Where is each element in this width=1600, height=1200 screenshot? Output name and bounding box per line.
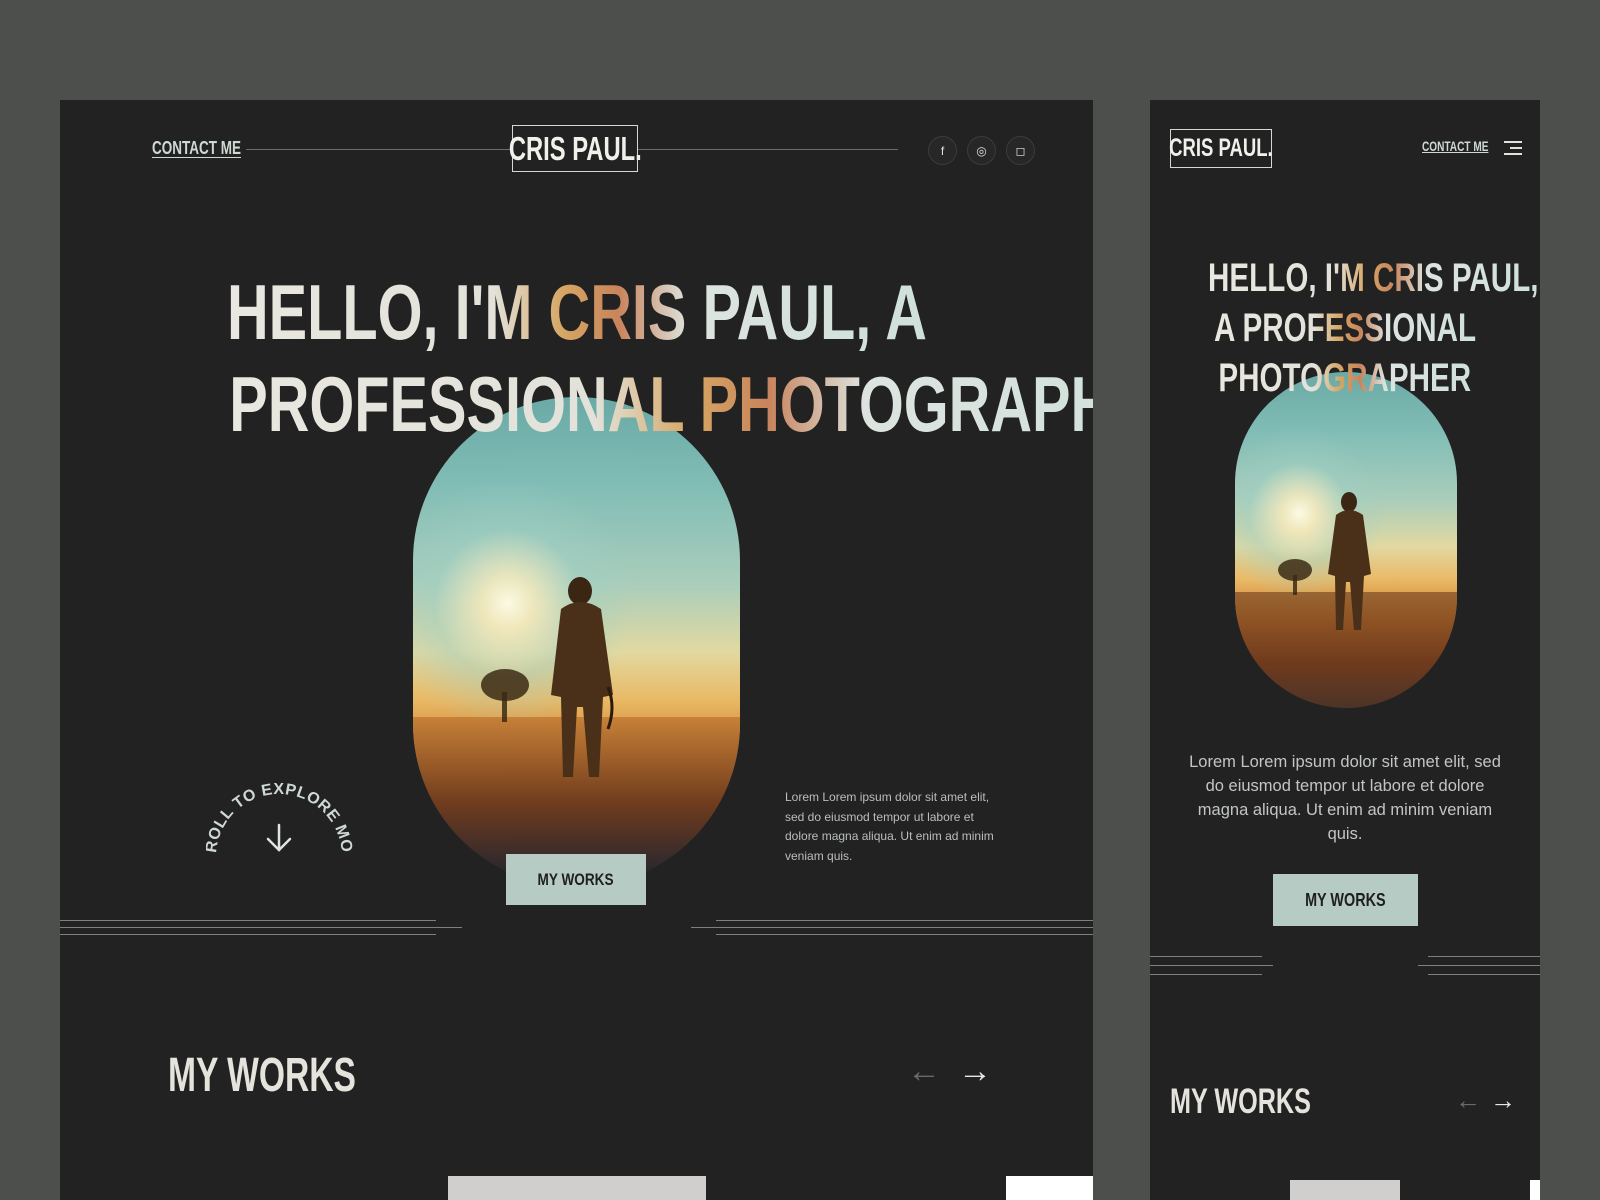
hero-description: Lorem Lorem ipsum dolor sit amet elit, s… bbox=[785, 790, 994, 863]
photographer-silhouette bbox=[413, 577, 740, 887]
arrow-left-icon[interactable]: ← bbox=[1455, 1085, 1481, 1116]
logo-text: CRIS PAUL. bbox=[1169, 134, 1273, 162]
instagram-glyph: ◻ bbox=[1015, 143, 1026, 158]
my-works-title: MY WORKS bbox=[1170, 1082, 1311, 1121]
arrow-down-icon bbox=[266, 823, 292, 852]
headline-line-1: HELLO, I'M CRIS PAUL, bbox=[1208, 253, 1538, 303]
scroll-explore-text: SCROLL TO EXPLORE MORE bbox=[206, 782, 355, 854]
hero-headline: HELLO, I'M CRIS PAUL, A PROFESSIONAL PHO… bbox=[60, 266, 1093, 450]
instagram-icon[interactable]: ◻ bbox=[1006, 136, 1035, 165]
headline-line-2: PROFESSIONAL PHOTOGRAPHER bbox=[229, 358, 1093, 450]
nav-divider-left bbox=[246, 149, 512, 150]
divider-line bbox=[1150, 956, 1262, 957]
arrow-right-icon[interactable]: → bbox=[1490, 1085, 1516, 1116]
my-works-title: MY WORKS bbox=[168, 1049, 356, 1102]
svg-text:SCROLL TO EXPLORE MORE: SCROLL TO EXPLORE MORE bbox=[206, 782, 355, 854]
nav-divider-right bbox=[638, 149, 898, 150]
dribbble-icon[interactable]: ◎ bbox=[967, 136, 996, 165]
divider-line bbox=[1150, 965, 1273, 966]
hero-photo bbox=[1235, 372, 1457, 708]
divider-line bbox=[1428, 974, 1540, 975]
divider-line bbox=[716, 920, 1093, 921]
hamburger-menu-icon[interactable] bbox=[1504, 141, 1522, 155]
mobile-frame: CRIS PAUL. CONTACT ME HELLO, I'M CRIS PA… bbox=[1150, 100, 1540, 1200]
contact-me-link[interactable]: CONTACT ME bbox=[1422, 138, 1488, 154]
divider-line bbox=[691, 927, 1093, 928]
photographer-silhouette bbox=[1235, 492, 1457, 708]
hero-description: Lorem Lorem ipsum dolor sit amet elit, s… bbox=[1189, 753, 1501, 843]
work-card[interactable] bbox=[1530, 1180, 1540, 1200]
desktop-frame: CONTACT ME CRIS PAUL. f ◎ ◻ HELLO, I'M C… bbox=[60, 100, 1093, 1200]
divider-line bbox=[716, 934, 1093, 935]
divider-line bbox=[1150, 974, 1262, 975]
divider-line bbox=[60, 927, 462, 928]
work-card[interactable] bbox=[1290, 1180, 1400, 1200]
logo[interactable]: CRIS PAUL. bbox=[1169, 129, 1273, 168]
my-works-button[interactable]: MY WORKS bbox=[1273, 874, 1418, 926]
dribbble-glyph: ◎ bbox=[976, 143, 987, 158]
divider-line bbox=[1428, 956, 1540, 957]
arrow-left-icon[interactable]: ← bbox=[907, 1052, 941, 1091]
facebook-glyph: f bbox=[940, 143, 945, 158]
hero-photo bbox=[413, 397, 740, 887]
my-works-button[interactable]: MY WORKS bbox=[506, 854, 646, 905]
headline-line-1: HELLO, I'M CRIS PAUL, A bbox=[226, 268, 927, 356]
logo-text: CRIS PAUL. bbox=[508, 129, 642, 167]
logo[interactable]: CRIS PAUL. bbox=[509, 125, 641, 172]
arrow-right-icon[interactable]: → bbox=[958, 1052, 992, 1091]
my-works-button-label: MY WORKS bbox=[1305, 889, 1386, 910]
headline-line-3: PHOTOGRAPHER bbox=[1219, 353, 1472, 403]
scroll-explore-badge[interactable]: SCROLL TO EXPLORE MORE bbox=[206, 782, 356, 862]
divider-line bbox=[1418, 965, 1540, 966]
divider-line bbox=[60, 934, 436, 935]
work-card[interactable] bbox=[448, 1176, 706, 1200]
headline-line-2: A PROFESSIONAL bbox=[1214, 303, 1476, 353]
work-card[interactable] bbox=[1006, 1176, 1093, 1200]
my-works-button-label: MY WORKS bbox=[537, 869, 615, 889]
contact-me-link[interactable]: CONTACT ME bbox=[152, 138, 241, 159]
hero-headline: HELLO, I'M CRIS PAUL, A PROFESSIONAL PHO… bbox=[1150, 253, 1540, 403]
divider-line bbox=[60, 920, 436, 921]
facebook-icon[interactable]: f bbox=[928, 136, 957, 165]
